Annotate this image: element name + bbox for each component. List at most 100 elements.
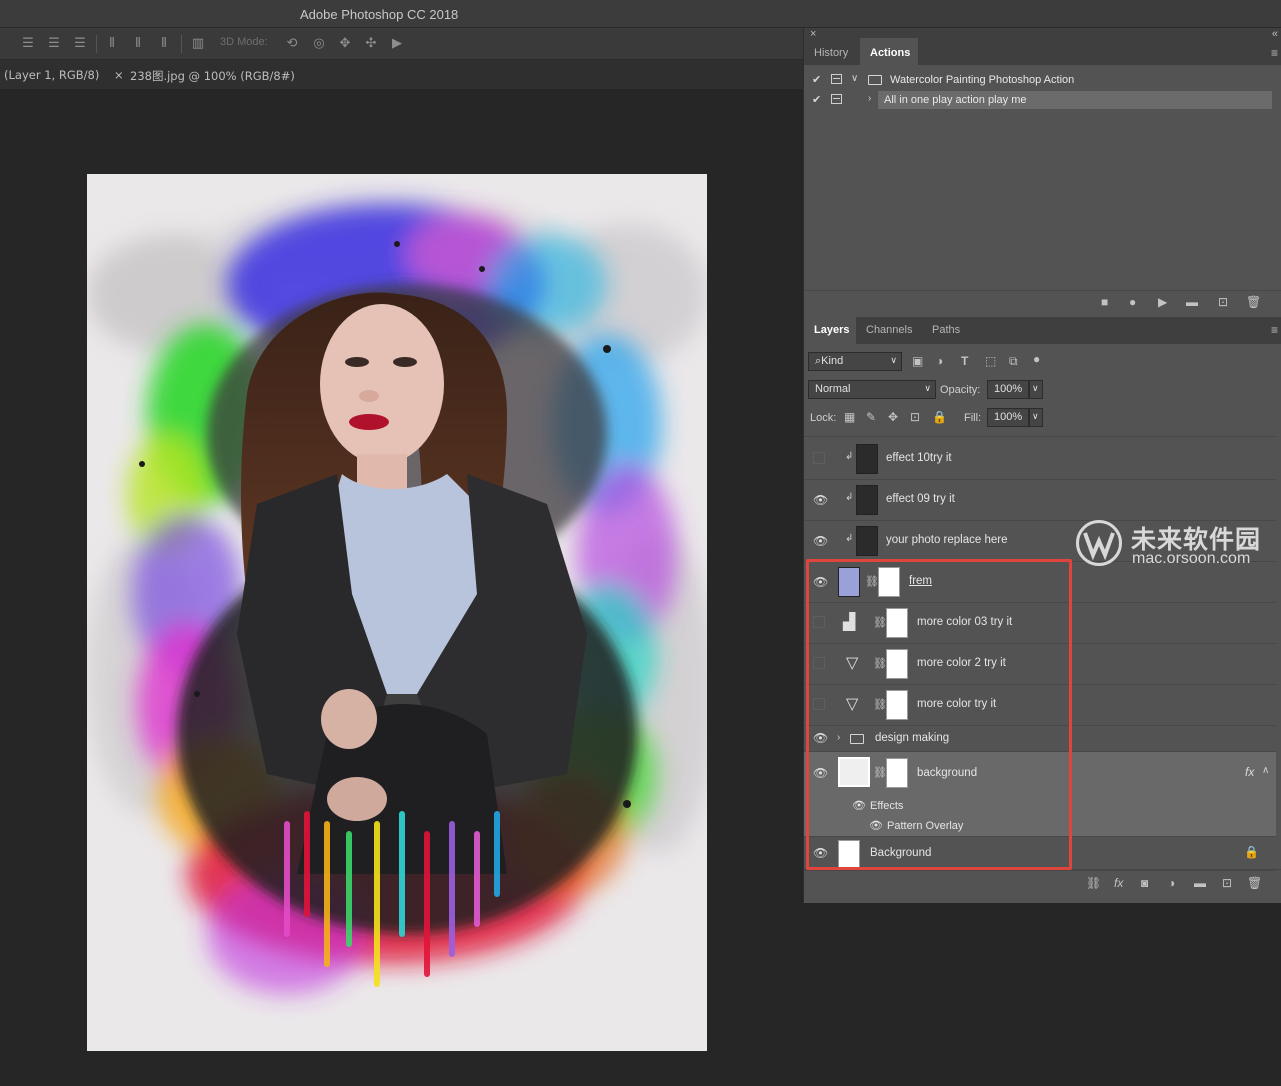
action-row[interactable]: ✔ › All in one play action play me bbox=[804, 90, 1281, 110]
3d-slide-icon[interactable]: ✣ bbox=[363, 36, 379, 50]
watermark: 未来软件园 mac.orsoon.com bbox=[1076, 518, 1276, 570]
action-set-row[interactable]: ✔ ∨ Watercolor Painting Photoshop Action bbox=[804, 70, 1281, 90]
options-bar: ☰ ☰ ☰ ⫴ ⫴ ⫴ ▥ 3D Mode: ⟲ ◎ ✥ ✣ ▶ bbox=[0, 28, 803, 60]
align-right-icon[interactable]: ⫴ bbox=[156, 36, 172, 50]
type-filter-icon[interactable]: T bbox=[961, 354, 968, 368]
pixel-filter-icon[interactable]: ▣ bbox=[912, 354, 923, 368]
tab-actions[interactable]: Actions bbox=[870, 47, 910, 59]
opacity-input[interactable]: 100% bbox=[987, 380, 1029, 399]
layer-filter-select[interactable]: ⌕Kind ∨ bbox=[808, 352, 902, 371]
layer-name[interactable]: your photo replace here bbox=[886, 534, 1007, 546]
3d-roll-icon[interactable]: ◎ bbox=[311, 36, 327, 50]
link-icon[interactable]: ⛓ bbox=[1086, 876, 1101, 890]
play-icon[interactable]: ▶ bbox=[1158, 295, 1167, 309]
highlight-annotation bbox=[806, 559, 1072, 870]
dialog-toggle-icon[interactable] bbox=[831, 94, 842, 104]
panel-menu-icon[interactable]: ≡ bbox=[1271, 46, 1278, 60]
3d-orbit-icon[interactable]: ⟲ bbox=[284, 36, 300, 50]
distribute-icon[interactable]: ▥ bbox=[190, 36, 206, 50]
close-panel-icon[interactable]: × bbox=[810, 28, 816, 40]
3d-mode-label: 3D Mode: bbox=[220, 36, 268, 48]
shape-filter-icon[interactable]: ⬚ bbox=[985, 354, 996, 368]
dialog-toggle-icon[interactable] bbox=[831, 74, 842, 84]
fx-icon[interactable]: fx bbox=[1114, 876, 1123, 890]
clip-arrow-icon: ↲ bbox=[845, 492, 854, 503]
group-folder-icon[interactable]: ▬ bbox=[1194, 876, 1206, 890]
action-set-label: Watercolor Painting Photoshop Action bbox=[890, 74, 1075, 86]
chevron-down-icon: ∨ bbox=[924, 383, 931, 393]
mask-icon[interactable]: ◙ bbox=[1141, 876, 1148, 890]
tab-channels[interactable]: Channels bbox=[866, 324, 912, 336]
align-top-icon[interactable]: ☰ bbox=[20, 36, 36, 50]
title-bar: Adobe Photoshop CC 2018 bbox=[0, 0, 1281, 28]
clip-arrow-icon: ↲ bbox=[845, 451, 854, 462]
actions-panel-header: × « History Actions ≡ bbox=[804, 28, 1281, 65]
tab-history[interactable]: History bbox=[814, 47, 848, 59]
action-label: All in one play action play me bbox=[884, 94, 1027, 106]
align-vcenter-icon[interactable]: ☰ bbox=[46, 36, 62, 50]
lock-artboard-icon[interactable]: ⊡ bbox=[910, 410, 920, 424]
adjustment-filter-icon[interactable]: ◑ bbox=[936, 354, 943, 368]
lock-label: Lock: bbox=[810, 412, 837, 424]
lock-transparency-icon[interactable]: ▦ bbox=[844, 410, 855, 424]
eye-icon[interactable]: 👁 bbox=[813, 534, 828, 548]
chevron-down-icon[interactable]: ∨ bbox=[851, 73, 858, 84]
eye-icon[interactable]: 👁 bbox=[813, 493, 828, 507]
toolbar-divider bbox=[96, 35, 97, 53]
doc-tab-close-icon[interactable]: × bbox=[114, 68, 124, 82]
document-canvas[interactable] bbox=[87, 174, 707, 1051]
checkmark-icon[interactable]: ✔ bbox=[812, 93, 821, 106]
watermark-en-text: mac.orsoon.com bbox=[1132, 550, 1251, 567]
visibility-toggle[interactable] bbox=[813, 452, 825, 464]
clip-arrow-icon: ↲ bbox=[845, 533, 854, 544]
fill-dropdown-button[interactable]: ∨ bbox=[1029, 408, 1043, 427]
record-icon[interactable]: ● bbox=[1129, 295, 1136, 309]
stop-icon[interactable]: ■ bbox=[1101, 295, 1108, 309]
panel-menu-icon[interactable]: ≡ bbox=[1271, 323, 1278, 337]
watercolor-portrait-image bbox=[87, 174, 707, 1051]
lock-pixels-icon[interactable]: ✎ bbox=[866, 410, 876, 424]
watermark-logo-icon bbox=[1076, 520, 1122, 566]
chevron-right-icon[interactable]: › bbox=[868, 93, 871, 104]
checkmark-icon[interactable]: ✔ bbox=[812, 73, 821, 86]
lock-position-icon[interactable]: ✥ bbox=[888, 410, 898, 424]
smartobject-filter-icon[interactable]: ⧉ bbox=[1009, 354, 1018, 369]
layers-button-bar: ⛓ fx ◙ ◑ ▬ ⊡ 🗑 bbox=[804, 869, 1281, 897]
new-action-icon[interactable]: ⊡ bbox=[1218, 295, 1228, 309]
align-left-icon[interactable]: ⫴ bbox=[104, 36, 120, 50]
layer-thumbnail bbox=[856, 444, 878, 474]
fx-badge[interactable]: fx bbox=[1245, 765, 1254, 779]
chevron-down-icon: ∨ bbox=[890, 355, 897, 365]
trash-icon[interactable]: 🗑 bbox=[1247, 876, 1262, 890]
new-layer-icon[interactable]: ⊡ bbox=[1222, 876, 1232, 890]
tab-paths[interactable]: Paths bbox=[932, 324, 960, 336]
opacity-dropdown-button[interactable]: ∨ bbox=[1029, 380, 1043, 399]
trash-icon[interactable]: 🗑 bbox=[1246, 295, 1261, 309]
fill-input[interactable]: 100% bbox=[987, 408, 1029, 427]
fill-label: Fill: bbox=[964, 412, 982, 424]
layer-name[interactable]: effect 09 try it bbox=[886, 493, 955, 505]
align-bottom-icon[interactable]: ☰ bbox=[72, 36, 88, 50]
window-title: Adobe Photoshop CC 2018 bbox=[300, 7, 459, 22]
3d-camera-icon[interactable]: ▶ bbox=[389, 36, 405, 50]
folder-icon[interactable]: ▬ bbox=[1186, 295, 1198, 309]
opacity-label: Opacity: bbox=[940, 384, 981, 396]
folder-icon bbox=[868, 75, 882, 85]
layer-thumbnail bbox=[856, 485, 878, 515]
lock-all-icon[interactable]: 🔒 bbox=[932, 410, 947, 424]
blend-mode-select[interactable]: Normal ∨ bbox=[808, 380, 936, 399]
filter-toggle-icon[interactable]: ● bbox=[1033, 352, 1040, 366]
align-hcenter-icon[interactable]: ⫴ bbox=[130, 36, 146, 50]
tab-layers[interactable]: Layers bbox=[814, 324, 849, 336]
chevron-up-icon[interactable]: ∧ bbox=[1262, 765, 1269, 776]
adjustment-icon[interactable]: ◑ bbox=[1168, 876, 1175, 890]
layer-name[interactable]: effect 10try it bbox=[886, 452, 952, 464]
doc-tab-layer1[interactable]: (Layer 1, RGB/8) bbox=[4, 68, 99, 82]
layers-panel-header: Layers Channels Paths ≡ bbox=[804, 317, 1281, 344]
doc-tab-active[interactable]: 238图.jpg @ 100% (RGB/8#) bbox=[130, 68, 295, 84]
3d-pan-icon[interactable]: ✥ bbox=[337, 36, 353, 50]
layer-row[interactable]: ↲ effect 10try it bbox=[804, 439, 1276, 480]
collapse-panel-icon[interactable]: « bbox=[1272, 28, 1278, 40]
dock-empty-area bbox=[803, 903, 1281, 1086]
layer-row[interactable]: 👁 ↲ effect 09 try it bbox=[804, 480, 1276, 521]
